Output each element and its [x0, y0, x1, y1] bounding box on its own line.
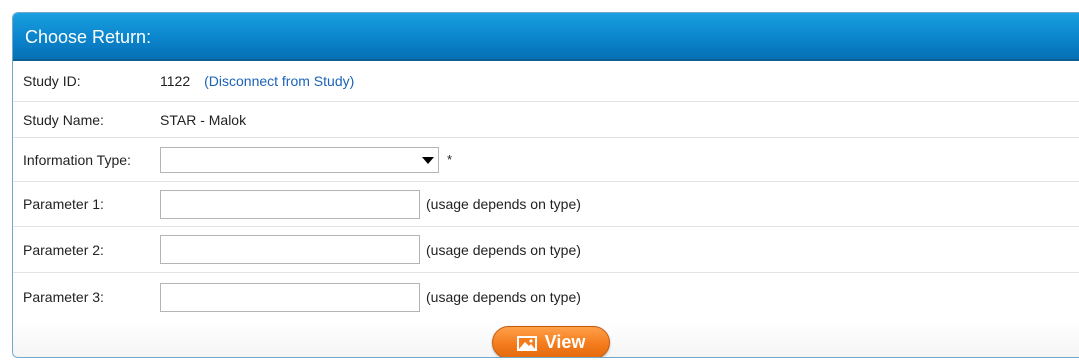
parameter-1-input[interactable] — [160, 189, 420, 219]
chevron-down-icon[interactable] — [422, 156, 434, 164]
study-id-row: Study ID: 1122 (Disconnect from Study) — [13, 61, 1079, 102]
parameter-3-hint: (usage depends on type) — [426, 289, 581, 305]
parameter-3-row: Parameter 3: (usage depends on type) — [13, 273, 1079, 321]
image-icon — [516, 335, 537, 351]
parameter-3-input[interactable] — [160, 282, 420, 312]
information-type-select[interactable] — [160, 146, 439, 173]
parameter-3-label: Parameter 3: — [23, 289, 104, 305]
parameter-1-group: (usage depends on type) — [160, 189, 581, 219]
parameter-1-hint: (usage depends on type) — [426, 196, 581, 212]
study-name-label: Study Name: — [23, 111, 104, 128]
study-id-value-group: 1122 (Disconnect from Study) — [160, 73, 354, 89]
information-type-row: Information Type: * — [13, 138, 1079, 182]
study-name-value: STAR - Malok — [160, 111, 247, 128]
choose-return-panel: Choose Return: Study ID: 1122 (Disconnec… — [12, 12, 1079, 358]
view-button[interactable]: View — [492, 326, 610, 357]
parameter-2-label: Parameter 2: — [23, 241, 104, 258]
study-id-value: 1122 — [160, 73, 191, 89]
information-type-label: Information Type: — [23, 151, 131, 168]
required-marker: * — [447, 152, 453, 167]
panel-title: Choose Return: — [13, 13, 1079, 61]
parameter-2-group: (usage depends on type) — [160, 235, 581, 264]
study-id-label: Study ID: — [23, 73, 81, 89]
parameter-2-row: Parameter 2: (usage depends on type) — [13, 227, 1079, 273]
study-name-row: Study Name: STAR - Malok — [13, 102, 1079, 138]
disconnect-from-study-link[interactable]: (Disconnect from Study) — [204, 73, 354, 89]
view-button-label: View — [544, 332, 586, 352]
parameter-2-hint: (usage depends on type) — [426, 241, 581, 258]
parameter-2-input[interactable] — [160, 235, 420, 264]
parameter-1-row: Parameter 1: (usage depends on type) — [13, 182, 1079, 227]
action-bar: View — [13, 321, 1079, 357]
parameter-3-group: (usage depends on type) — [160, 282, 581, 312]
parameter-1-label: Parameter 1: — [23, 196, 104, 212]
information-type-group: * — [160, 146, 453, 173]
